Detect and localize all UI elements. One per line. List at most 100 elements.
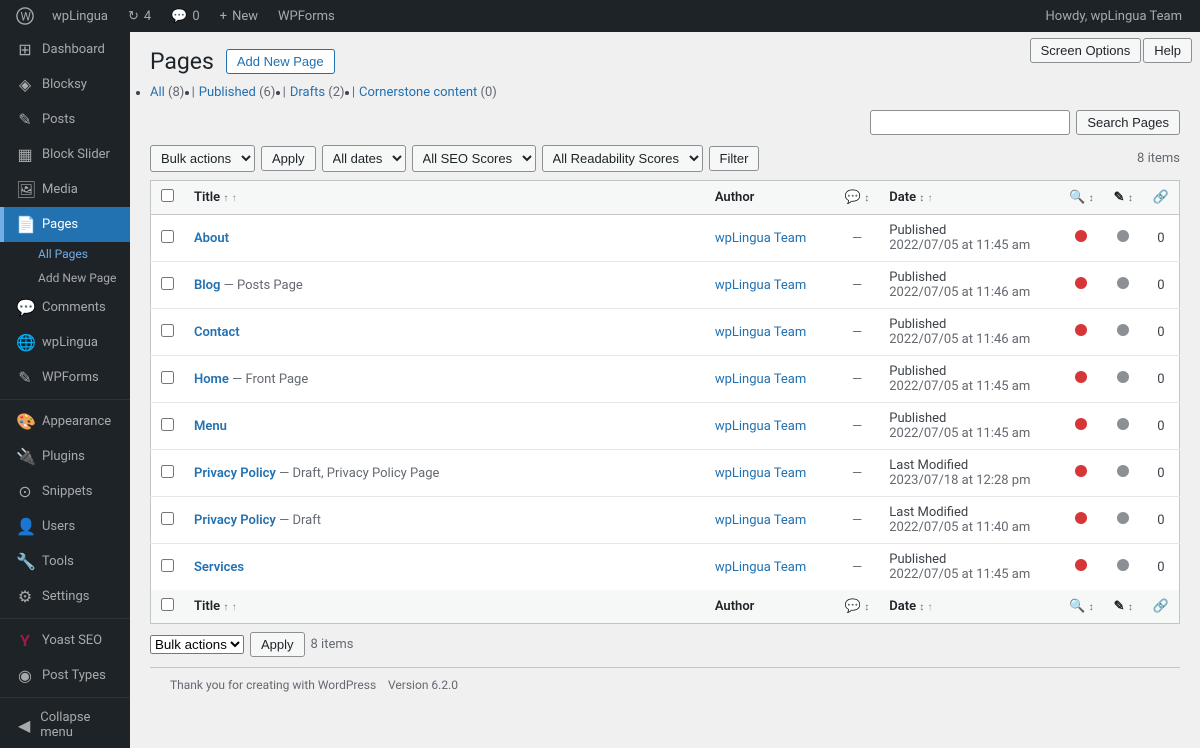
sidebar-item-media[interactable]: 🖼 Media <box>0 172 130 207</box>
apply-button-bottom[interactable]: Apply <box>250 632 305 657</box>
row-readability-cell <box>1104 356 1143 403</box>
wp-logo[interactable]: W <box>8 0 42 32</box>
th-title[interactable]: Title ↑ <box>184 181 705 215</box>
row-author-cell: wpLingua Team <box>705 497 835 544</box>
comments-count[interactable]: 💬 0 <box>161 0 210 32</box>
row-checkbox[interactable] <box>161 230 174 243</box>
row-num-value: 0 <box>1157 325 1164 340</box>
sidebar-item-appearance[interactable]: 🎨 Appearance <box>0 404 130 439</box>
row-author-link[interactable]: wpLingua Team <box>715 419 806 434</box>
sidebar-item-comments[interactable]: 💬 Comments <box>0 290 130 325</box>
sidebar-item-yoast-seo[interactable]: Y Yoast SEO <box>0 623 130 658</box>
row-checkbox[interactable] <box>161 418 174 431</box>
row-title-link[interactable]: Blog <box>194 278 220 293</box>
site-name[interactable]: wpLingua <box>42 0 118 32</box>
cornerstone-count: (0) <box>481 85 497 100</box>
sidebar-item-blocksy[interactable]: ◈ Blocksy <box>0 67 130 102</box>
th-author: Author <box>705 181 835 215</box>
sidebar-item-dashboard[interactable]: ⊞ Dashboard <box>0 32 130 67</box>
published-filter-link[interactable]: Published <box>199 85 256 100</box>
row-author-link[interactable]: wpLingua Team <box>715 513 806 528</box>
row-title-link[interactable]: Contact <box>194 325 240 340</box>
row-date-value: 2022/07/05 at 11:45 am <box>889 238 1030 253</box>
drafts-filter-link[interactable]: Drafts <box>290 85 325 100</box>
row-checkbox[interactable] <box>161 512 174 525</box>
sidebar-item-wpforms[interactable]: ✎ WPForms <box>0 360 130 395</box>
row-checkbox[interactable] <box>161 465 174 478</box>
row-author-cell: wpLingua Team <box>705 309 835 356</box>
cornerstone-filter-link[interactable]: Cornerstone content <box>359 85 477 100</box>
sidebar-item-post-types[interactable]: ◉ Post Types <box>0 658 130 693</box>
row-checkbox-cell <box>151 215 185 262</box>
all-dates-select[interactable]: All dates <box>322 145 406 172</box>
sidebar-item-users[interactable]: 👤 Users <box>0 509 130 544</box>
row-title-link[interactable]: Privacy Policy <box>194 513 276 528</box>
row-checkbox[interactable] <box>161 277 174 290</box>
all-readability-select[interactable]: All Readability Scores <box>542 145 703 172</box>
tfoot-checkbox <box>151 590 185 624</box>
content-wrap: Pages Add New Page All (8) | Published (… <box>150 48 1180 657</box>
table-head: Title ↑ Author 💬 ↕ Date ↕ 🔍 ↕ <box>151 181 1180 215</box>
select-all-bottom-checkbox[interactable] <box>161 598 174 611</box>
sidebar-item-posts[interactable]: ✎ Posts <box>0 102 130 137</box>
search-pages-button[interactable]: Search Pages <box>1076 110 1180 135</box>
tfoot-title[interactable]: Title ↑ <box>184 590 705 624</box>
admin-menu: ⊞ Dashboard ◈ Blocksy ✎ Posts ▦ Block Sl… <box>0 32 130 748</box>
help-button[interactable]: Help <box>1143 38 1192 63</box>
apply-button-top[interactable]: Apply <box>261 146 316 171</box>
submenu-all-pages[interactable]: All Pages <box>0 242 130 266</box>
row-author-link[interactable]: wpLingua Team <box>715 372 806 387</box>
sidebar-item-settings[interactable]: ⚙ Settings <box>0 579 130 614</box>
row-read-dot <box>1117 465 1129 477</box>
search-input[interactable] <box>870 110 1070 135</box>
row-read-dot <box>1117 559 1129 571</box>
sidebar-item-pages[interactable]: 📄 Pages <box>0 207 130 242</box>
row-checkbox[interactable] <box>161 371 174 384</box>
th-date[interactable]: Date ↕ <box>879 181 1059 215</box>
row-readability-cell <box>1104 544 1143 591</box>
row-checkbox[interactable] <box>161 559 174 572</box>
updates-count[interactable]: ↻ 4 <box>118 0 161 32</box>
row-date-cell: Published 2022/07/05 at 11:46 am <box>879 309 1059 356</box>
row-num-cell: 0 <box>1143 356 1180 403</box>
submenu-add-new-page[interactable]: Add New Page <box>0 266 130 290</box>
row-date-cell: Last Modified 2023/07/18 at 12:28 pm <box>879 450 1059 497</box>
sidebar-item-label: Collapse menu <box>40 710 118 740</box>
bulk-actions-select-bottom[interactable]: Bulk actions <box>150 635 244 654</box>
howdy-user[interactable]: Howdy, wpLingua Team <box>1036 0 1192 32</box>
all-filter-link[interactable]: All <box>150 85 165 100</box>
row-num-value: 0 <box>1157 419 1164 434</box>
svg-text:W: W <box>21 10 32 24</box>
select-all-checkbox[interactable] <box>161 189 174 202</box>
row-date-cell: Published 2022/07/05 at 11:46 am <box>879 262 1059 309</box>
collapse-menu-button[interactable]: ◀ Collapse menu <box>0 702 130 748</box>
row-title-link[interactable]: Menu <box>194 419 227 434</box>
all-seo-select[interactable]: All SEO Scores <box>412 145 536 172</box>
row-title-link[interactable]: Services <box>194 560 244 575</box>
row-checkbox[interactable] <box>161 324 174 337</box>
row-date-status: Published <box>889 552 946 567</box>
published-count: (6) <box>259 85 275 100</box>
screen-options-area: Screen Options Help <box>1022 32 1200 69</box>
sidebar-item-plugins[interactable]: 🔌 Plugins <box>0 439 130 474</box>
sidebar-item-tools[interactable]: 🔧 Tools <box>0 544 130 579</box>
tfoot-date[interactable]: Date ↕ <box>879 590 1059 624</box>
new-content[interactable]: + New <box>210 0 268 32</box>
add-new-page-button[interactable]: Add New Page <box>226 49 335 74</box>
screen-options-button[interactable]: Screen Options <box>1030 38 1142 63</box>
row-author-link[interactable]: wpLingua Team <box>715 560 806 575</box>
row-author-link[interactable]: wpLingua Team <box>715 231 806 246</box>
table-footer-row: Title ↑ Author 💬 ↕ Date ↕ 🔍 ↕ <box>151 590 1180 624</box>
row-author-link[interactable]: wpLingua Team <box>715 325 806 340</box>
row-title-link[interactable]: Home <box>194 372 229 387</box>
row-title-link[interactable]: About <box>194 231 229 246</box>
wpforms-admin[interactable]: WPForms <box>268 0 345 32</box>
sidebar-item-wplingua[interactable]: 🌐 wpLingua <box>0 325 130 360</box>
row-author-link[interactable]: wpLingua Team <box>715 278 806 293</box>
row-author-link[interactable]: wpLingua Team <box>715 466 806 481</box>
sidebar-item-block-slider[interactable]: ▦ Block Slider <box>0 137 130 172</box>
filter-button[interactable]: Filter <box>709 146 760 171</box>
sidebar-item-snippets[interactable]: ⊙ Snippets <box>0 474 130 509</box>
row-title-link[interactable]: Privacy Policy <box>194 466 276 481</box>
bulk-actions-select-top[interactable]: Bulk actions <box>150 145 255 172</box>
